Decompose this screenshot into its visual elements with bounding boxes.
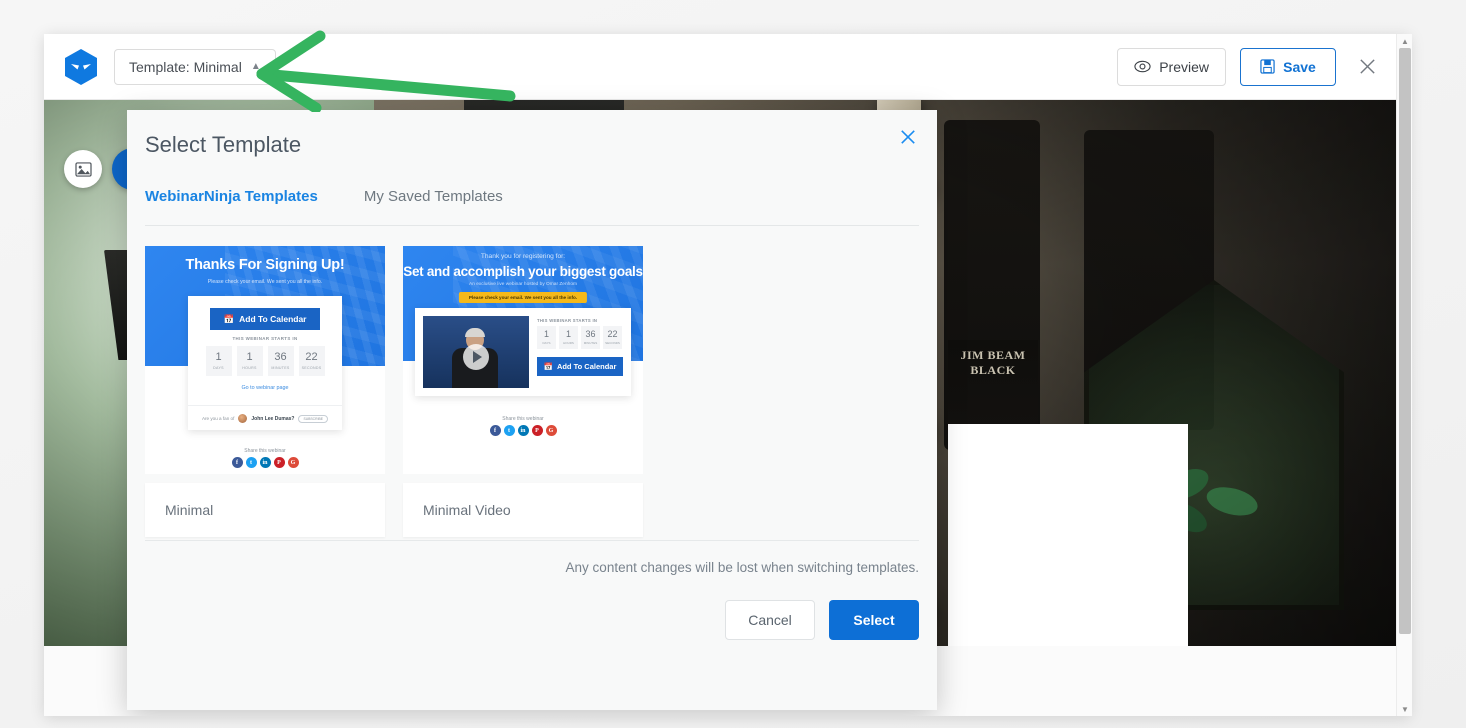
countdown-value: 1 — [215, 351, 222, 363]
countdown-label: MINUTES — [271, 366, 290, 370]
countdown-unit: 36 MINUTES — [581, 326, 600, 349]
thumb-countdown: 1 DAYS 1 HOURS 36 MINUTES 22 SECONDS — [188, 346, 342, 376]
scrollbar-thumb[interactable] — [1399, 48, 1411, 634]
select-button[interactable]: Select — [829, 600, 919, 640]
thumb-panel: THIS WEBINAR STARTS IN 1 DAYS 1 HOURS 36… — [415, 308, 631, 396]
template-name: Minimal — [165, 502, 214, 518]
template-name-box: Minimal — [145, 483, 385, 537]
thumb-title: Thanks For Signing Up! — [185, 257, 345, 273]
thumb-share-label: Share this webinar — [502, 416, 544, 422]
countdown-value: 22 — [305, 351, 318, 363]
countdown-label: MINUTES — [583, 341, 598, 345]
thumb-fan-text: Are you a fan of — [201, 416, 235, 421]
scroll-up-arrow[interactable]: ▲ — [1397, 34, 1413, 48]
modal-title: Select Template — [145, 132, 302, 157]
thumb-subscribe-pill: SUBSCRIBE — [298, 414, 329, 423]
countdown-label: SECONDS — [605, 341, 620, 345]
thumb-share-block: Share this webinar f t in P G — [145, 448, 385, 468]
thumb-panel: 📅 Add To Calendar THIS WEBINAR STARTS IN… — [188, 296, 342, 430]
app-window: Template: Minimal ▲ Preview Save Select … — [44, 34, 1410, 716]
countdown-unit: 22 SECONDS — [298, 346, 325, 376]
linkedin-icon: in — [259, 457, 271, 468]
tab-label: WebinarNinja Templates — [145, 188, 318, 205]
thumb-share-block: Share this webinar f t in P G — [403, 416, 643, 436]
vertical-scrollbar[interactable]: ▲ ▼ — [1396, 34, 1412, 716]
tab-label: My Saved Templates — [363, 188, 503, 205]
thumb-title: Set and accomplish your biggest goals — [403, 264, 643, 279]
countdown-unit: 1 HOURS — [236, 346, 263, 376]
thumb-host-row: Are you a fan of John Lee Dumas? SUBSCRI… — [188, 405, 342, 423]
modal-divider — [145, 540, 919, 541]
thumb-share-icons: f t in P G — [403, 425, 643, 436]
template-grid: Thanks For Signing Up! Please check your… — [145, 246, 919, 537]
thumb-subtitle: An exclusive live webinar hosted by Omar… — [469, 282, 577, 287]
thumb-pretitle: Thank you for registering for: — [480, 253, 566, 260]
countdown-unit: 1 DAYS — [205, 346, 232, 376]
pinterest-icon: P — [531, 425, 543, 436]
calendar-icon: 📅 — [223, 313, 235, 324]
countdown-value: 36 — [274, 351, 287, 363]
thumb-starts-label: THIS WEBINAR STARTS IN — [232, 336, 298, 341]
facebook-icon: f — [489, 425, 501, 436]
countdown-unit: 1 HOURS — [559, 326, 578, 349]
modal-overlay: Select Template WebinarNinja Templates M… — [44, 34, 1400, 716]
template-name-box: Minimal Video — [403, 483, 643, 537]
twitter-icon: t — [503, 425, 515, 436]
modal-tabs: WebinarNinja Templates My Saved Template… — [145, 184, 919, 226]
thumb-share-label: Share this webinar — [244, 448, 286, 454]
cancel-button[interactable]: Cancel — [725, 600, 815, 640]
countdown-unit: 36 MINUTES — [267, 346, 294, 376]
template-name: Minimal Video — [423, 502, 511, 518]
thumb-share-icons: f t in P G — [145, 457, 385, 468]
countdown-label: HOURS — [563, 341, 574, 345]
thumb-starts-label: THIS WEBINAR STARTS IN — [537, 318, 598, 323]
facebook-icon: f — [231, 457, 243, 468]
thumb-add-to-calendar: 📅 Add To Calendar — [210, 308, 320, 330]
calendar-icon: 📅 — [543, 362, 553, 371]
thumb-email-badge: Please check your email. We sent you all… — [458, 292, 588, 303]
countdown-label: DAYS — [213, 366, 224, 370]
countdown-label: DAYS — [542, 341, 551, 345]
close-x-icon — [901, 130, 915, 144]
thumb-webinar-link: Go to webinar page — [241, 385, 289, 391]
tab-webinarninja-templates[interactable]: WebinarNinja Templates — [145, 184, 318, 225]
thumb-cta-label: Add To Calendar — [239, 314, 307, 324]
avatar — [238, 414, 248, 423]
modal-warning-note: Any content changes will be lost when sw… — [565, 560, 919, 575]
thumb-host-name: John Lee Dumas? — [251, 415, 295, 422]
template-thumbnail: Thanks For Signing Up! Please check your… — [145, 246, 385, 474]
countdown-value: 1 — [246, 351, 253, 363]
google-plus-icon: G — [545, 425, 557, 436]
thumb-add-to-calendar: 📅 Add To Calendar — [537, 357, 623, 376]
tab-my-saved-templates[interactable]: My Saved Templates — [364, 184, 503, 225]
twitter-icon: t — [245, 457, 257, 468]
modal-actions: Cancel Select — [725, 600, 919, 640]
google-plus-icon: G — [287, 457, 299, 468]
thumb-video-preview — [423, 316, 529, 388]
select-template-modal: Select Template WebinarNinja Templates M… — [127, 110, 937, 710]
countdown-unit: 1 DAYS — [537, 326, 556, 349]
countdown-label: HOURS — [242, 366, 257, 370]
template-card-minimal-video[interactable]: Thank you for registering for: Set and a… — [403, 246, 643, 537]
play-icon — [463, 344, 489, 370]
scroll-down-arrow[interactable]: ▼ — [1397, 702, 1413, 716]
countdown-label: SECONDS — [301, 366, 322, 370]
thumb-cta-label: Add To Calendar — [556, 362, 617, 371]
thumb-countdown-block: THIS WEBINAR STARTS IN 1 DAYS 1 HOURS 36… — [537, 318, 623, 376]
thumb-subtitle: Please check your email. We sent you all… — [207, 279, 323, 285]
countdown-unit: 22 SECONDS — [603, 326, 622, 349]
template-thumbnail: Thank you for registering for: Set and a… — [403, 246, 643, 474]
template-card-minimal[interactable]: Thanks For Signing Up! Please check your… — [145, 246, 385, 537]
modal-close-button[interactable] — [895, 124, 921, 150]
thumb-countdown: 1 DAYS 1 HOURS 36 MINUTES 22 SECONDS — [537, 326, 623, 349]
countdown-value: 1 — [543, 329, 549, 339]
linkedin-icon: in — [517, 425, 529, 436]
countdown-value: 22 — [607, 329, 618, 339]
pinterest-icon: P — [273, 457, 285, 468]
countdown-value: 36 — [585, 329, 596, 339]
countdown-value: 1 — [565, 329, 571, 339]
